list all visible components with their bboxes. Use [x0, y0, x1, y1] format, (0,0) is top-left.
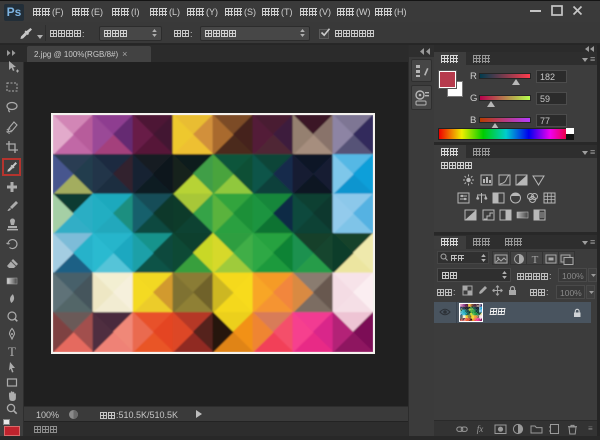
svg-text:T: T: [8, 344, 16, 358]
svg-text:T: T: [532, 254, 539, 265]
svg-text:fx: fx: [477, 424, 484, 434]
